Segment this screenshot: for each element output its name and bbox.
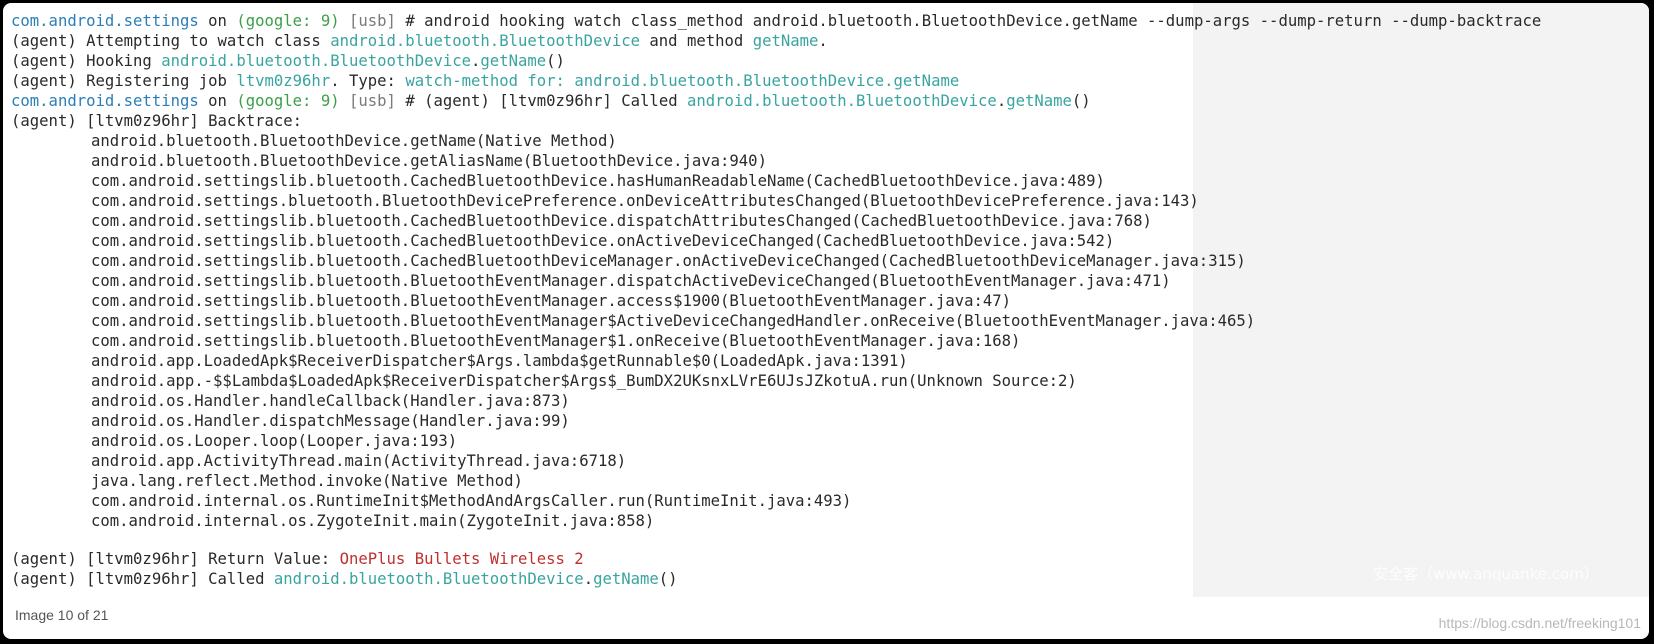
backtrace-line: android.app.-$$Lambda$LoadedApk$Receiver… [11,371,1649,391]
line-segment: (agent) Registering job [11,72,237,90]
line-segment: com.android.settings.bluetooth.Bluetooth… [91,192,1199,210]
line-segment: com.android.settingslib.bluetooth.Blueto… [91,272,1171,290]
line-segment: watch-method for: android.bluetooth.Blue… [405,72,960,90]
line-segment: com.android.settingslib.bluetooth.Cached… [91,172,1105,190]
line-segment: OnePlus Bullets Wireless 2 [339,550,584,568]
backtrace-line: com.android.internal.os.ZygoteInit.main(… [11,511,1649,531]
line-segment: com.android.internal.os.RuntimeInit$Meth… [91,492,852,510]
line-segment: getName [593,570,659,588]
line-segment: getName [752,32,819,50]
backtrace-line: java.lang.reflect.Method.invoke(Native M… [11,471,1649,491]
backtrace-line: com.android.settingslib.bluetooth.Blueto… [11,291,1649,311]
backtrace-line: com.android.settingslib.bluetooth.Blueto… [11,271,1649,291]
line-segment: () [1071,92,1091,110]
line-segment: android.bluetooth.BluetoothDevice.getNam… [91,132,617,150]
line-segment: (agent) [ltvm0z96hr] Called [11,570,274,588]
line-segment: . Type: [330,72,406,90]
line-segment: (agent) Hooking [11,52,162,70]
line-segment: on [198,92,237,110]
line-segment: . [583,570,594,588]
line-segment: android.os.Looper.loop(Looper.java:193) [91,432,458,450]
backtrace-line: android.bluetooth.BluetoothDevice.getAli… [11,151,1649,171]
line-segment: getName [480,52,547,70]
line-segment: (agent) [ltvm0z96hr] Return Value: [11,550,340,568]
backtrace-line: com.android.internal.os.RuntimeInit$Meth… [11,491,1649,511]
line-segment: (google: 9) [236,92,340,110]
line-segment: com.android.settingslib.bluetooth.Blueto… [91,312,1256,330]
output-line: (agent) Attempting to watch class androi… [11,31,1649,51]
backtrace-line: android.app.ActivityThread.main(Activity… [11,451,1649,471]
line-segment: android.app.LoadedApk$ReceiverDispatcher… [91,352,908,370]
backtrace-line: android.os.Looper.loop(Looper.java:193) [11,431,1649,451]
line-segment: com.android.settings [11,12,199,30]
line-segment: [usb] [349,92,396,110]
prompt-line: com.android.settings on (google: 9) [usb… [11,91,1649,111]
line-segment: () [658,570,678,588]
line-segment: (agent) Attempting to watch class [11,32,331,50]
watermark-csdn: https://blog.csdn.net/freeking101 [1438,615,1641,631]
line-segment: com.android.settingslib.bluetooth.Cached… [91,252,1246,270]
line-segment: (agent) [ltvm0z96hr] Backtrace: [11,112,303,130]
prompt-line: com.android.settings on (google: 9) [usb… [11,11,1649,31]
backtrace-line: android.os.Handler.dispatchMessage(Handl… [11,411,1649,431]
watermark-anquanke: 安全客（www.anquanke.com） [1373,565,1599,583]
line-segment: android.bluetooth.BluetoothDevice [330,32,641,50]
line-segment: com.android.settingslib.bluetooth.Blueto… [91,332,1021,350]
line-segment: getName [1006,92,1072,110]
line-segment [340,92,349,110]
line-segment: android.bluetooth.BluetoothDevice [687,92,997,110]
line-segment: android.bluetooth.BluetoothDevice [273,570,584,588]
line-segment: and method [640,32,753,50]
backtrace-line: android.app.LoadedApk$ReceiverDispatcher… [11,351,1649,371]
line-segment: java.lang.reflect.Method.invoke(Native M… [91,472,523,490]
line-segment: android.app.ActivityThread.main(Activity… [91,452,627,470]
output-line: (agent) Hooking android.bluetooth.Blueto… [11,51,1649,71]
line-segment: com.android.internal.os.ZygoteInit.main(… [91,512,655,530]
backtrace-line: com.android.settingslib.bluetooth.Cached… [11,231,1649,251]
line-segment: com.android.settingslib.bluetooth.Cached… [91,212,1152,230]
terminal-output: com.android.settings on (google: 9) [usb… [11,11,1649,589]
line-segment: com.android.settingslib.bluetooth.Cached… [91,232,1115,250]
line-segment: . [996,92,1007,110]
line-segment: android.app.-$$Lambda$LoadedApk$Receiver… [91,372,1077,390]
line-segment: on [198,12,237,30]
backtrace-line: com.android.settingslib.bluetooth.Cached… [11,171,1649,191]
line-segment: com.android.settingslib.bluetooth.Blueto… [91,292,1012,310]
backtrace-line: com.android.settingslib.bluetooth.Blueto… [11,331,1649,351]
line-segment: (google: 9) [236,12,340,30]
line-segment: . [471,52,481,70]
line-segment [340,12,349,30]
line-segment: # android hooking watch class_method and… [395,12,1542,30]
image-counter: Image 10 of 21 [15,607,109,623]
line-segment: ltvm0z96hr [236,72,331,90]
line-segment: com.android.settings [11,92,199,110]
backtrace-line: android.bluetooth.BluetoothDevice.getNam… [11,131,1649,151]
image-viewer: sailfish:/ #sailfish:/ #sailfish:/ #sail… [3,3,1649,639]
line-segment: () [546,52,565,70]
backtrace-line: android.os.Handler.handleCallback(Handle… [11,391,1649,411]
line-segment: android.os.Handler.handleCallback(Handle… [91,392,570,410]
output-line: (agent) Registering job ltvm0z96hr. Type… [11,71,1649,91]
line-segment: android.os.Handler.dispatchMessage(Handl… [91,412,570,430]
backtrace-line: com.android.settingslib.bluetooth.Cached… [11,211,1649,231]
line-segment: [usb] [349,12,396,30]
backtrace-line: com.android.settingslib.bluetooth.Cached… [11,251,1649,271]
backtrace-line: com.android.settingslib.bluetooth.Blueto… [11,311,1649,331]
line-segment: android.bluetooth.BluetoothDevice [161,52,472,70]
line-segment: . [818,32,828,50]
line-segment: android.bluetooth.BluetoothDevice.getAli… [91,152,767,170]
backtrace-line: com.android.settings.bluetooth.Bluetooth… [11,191,1649,211]
output-line: (agent) [ltvm0z96hr] Backtrace: [11,111,1649,131]
line-segment: # (agent) [ltvm0z96hr] Called [395,92,687,110]
